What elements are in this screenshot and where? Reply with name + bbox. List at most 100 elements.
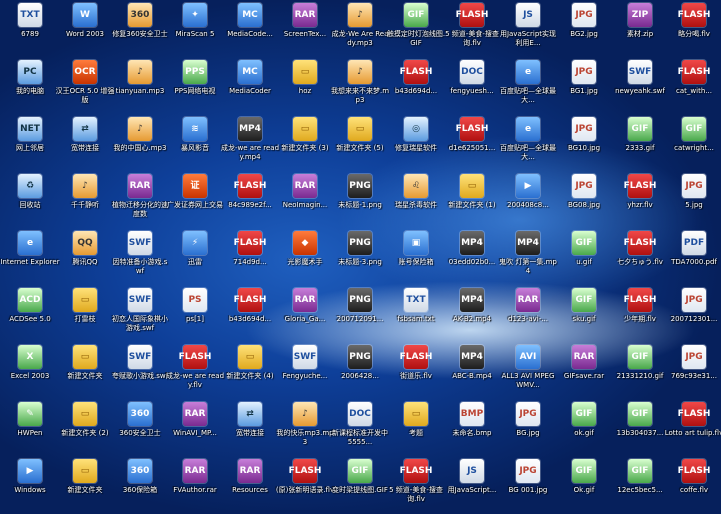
desktop-icon[interactable]: ⇄ 宽带连接 <box>55 114 115 172</box>
desktop-icon[interactable]: ♪ 我的中国心.mp3 <box>110 114 170 172</box>
desktop-icon[interactable]: NET 网上邻居 <box>0 114 60 172</box>
desktop-icon[interactable]: RAR WinAVI_MP... <box>165 399 225 457</box>
desktop-icon[interactable]: ▭ 新建文件夹 <box>55 342 115 400</box>
desktop-icon[interactable]: FLASH 街道乐.flv <box>386 342 446 400</box>
desktop-icon[interactable]: e 百度贴吧—全球最大... <box>498 114 558 172</box>
desktop-icon[interactable]: FLASH b43d694d... <box>386 57 446 115</box>
desktop-icon[interactable]: ▭ 考题 <box>386 399 446 457</box>
desktop-icon[interactable]: GIF catwright... <box>664 114 721 172</box>
desktop-icon[interactable]: FLASH 略分喝.flv <box>664 0 721 58</box>
desktop-icon[interactable]: MP4 鬼吹 灯第一集.mp4 <box>498 228 558 286</box>
desktop-icon[interactable]: ♪ 我的快乐mp3.mp3 <box>275 399 335 457</box>
desktop-icon[interactable]: RAR 植物迁移分化的速度数 <box>110 171 170 229</box>
desktop-icon[interactable]: ▶ 200408c8... <box>498 171 558 229</box>
desktop-icon[interactable]: TXT 6789 <box>0 0 60 58</box>
desktop-icon[interactable]: PNG 2006428... <box>330 342 390 400</box>
desktop-icon[interactable]: ▭ 打雷枝 <box>55 285 115 343</box>
desktop-icon[interactable]: RAR ScreenTex... <box>275 0 335 58</box>
desktop-icon[interactable]: ♌ 瑞星杀毒软件 <box>386 171 446 229</box>
desktop-icon[interactable]: ◆ 光影魔术手 <box>275 228 335 286</box>
desktop-icon[interactable]: FLASH 5 频道-美食-搜查询.flv <box>442 0 502 58</box>
desktop-icon[interactable]: JPG BG1.jpg <box>554 57 614 115</box>
desktop-icon[interactable]: 证广发证券网上交易 <box>165 171 225 229</box>
desktop-icon[interactable]: JPG 769c93e31... <box>664 342 721 400</box>
desktop-icon[interactable]: MP4 03edd02b0... <box>442 228 502 286</box>
desktop-icon[interactable]: RAR FVAuthor.rar <box>165 456 225 514</box>
desktop-icon[interactable]: PC 我的电脑 <box>0 57 60 115</box>
desktop-icon[interactable]: GIF 触摸定时灯泡线图.GIF <box>386 0 446 58</box>
desktop-icon[interactable]: MP4 ABC-B.mp4 <box>442 342 502 400</box>
desktop-icon[interactable]: JS 用JavaScript实现利用E... <box>498 0 558 58</box>
desktop-icon[interactable]: ▣ 账号保险箱 <box>386 228 446 286</box>
desktop-icon[interactable]: ▭ 新建文件夹 (4) <box>220 342 280 400</box>
desktop-icon[interactable]: RAR NeoImagin... <box>275 171 335 229</box>
desktop-icon[interactable]: ♪ tianyuan.mp3 <box>110 57 170 115</box>
desktop-icon[interactable]: SWF Fengyuche... <box>275 342 335 400</box>
desktop-icon[interactable]: SWF 因特准备小游戏.swf <box>110 228 170 286</box>
desktop-icon[interactable]: TXT fsbsam.txt <box>386 285 446 343</box>
desktop-icon[interactable]: 360 360保险箱 <box>110 456 170 514</box>
desktop-icon[interactable]: ⚡ 迅雷 <box>165 228 225 286</box>
desktop-icon[interactable]: GIF ok.gif <box>554 399 614 457</box>
desktop-icon[interactable]: FLASH b43d694d... <box>220 285 280 343</box>
desktop-icon[interactable]: MC MediaCode... <box>220 0 280 58</box>
desktop-icon[interactable]: DOC 新课程标准开发中5555... <box>330 399 390 457</box>
desktop-icon[interactable]: QQ 腾讯QQ <box>55 228 115 286</box>
desktop-icon[interactable]: PPS PPS网络电视 <box>165 57 225 115</box>
desktop-icon[interactable]: ▭ 新建文件夹 (5) <box>330 114 390 172</box>
desktop-icon[interactable]: DOC fengyuesh... <box>442 57 502 115</box>
desktop-icon[interactable]: MC MediaCoder <box>220 57 280 115</box>
desktop-icon[interactable]: BMP 未命名.bmp <box>442 399 502 457</box>
desktop-icon[interactable]: FLASH (原)张新明语录.flv <box>275 456 335 514</box>
desktop-icon[interactable]: JPG 5.jpg <box>664 171 721 229</box>
desktop-icon[interactable]: RAR GIFsave.rar <box>554 342 614 400</box>
desktop-icon[interactable]: MP4 AK-B2.mp4 <box>442 285 502 343</box>
desktop-icon[interactable]: ▭ 新建文件夹 (1) <box>442 171 502 229</box>
desktop-icon[interactable]: e 百度贴吧—全球最大... <box>498 57 558 115</box>
desktop-icon[interactable]: FLASH yhzr.flv <box>610 171 670 229</box>
desktop-icon[interactable]: GIF 21331210.gif <box>610 342 670 400</box>
desktop-icon[interactable]: ♪ 我想来来不来梦.mp3 <box>330 57 390 115</box>
desktop-icon[interactable]: W Word 2003 <box>55 0 115 58</box>
desktop-icon[interactable]: GIF 13b304037... <box>610 399 670 457</box>
desktop-icon[interactable]: SWF 初恋人国际象棋小游戏.swf <box>110 285 170 343</box>
desktop-icon[interactable]: ▭ hoz <box>275 57 335 115</box>
desktop-icon[interactable]: ZIP 素材.zip <box>610 0 670 58</box>
desktop-icon[interactable]: GIF sku.gif <box>554 285 614 343</box>
desktop-icon[interactable]: ◎ 修复瑞星软件 <box>386 114 446 172</box>
desktop-icon[interactable]: GIF 2333.gif <box>610 114 670 172</box>
desktop-icon[interactable]: SWF newyeahk.swf <box>610 57 670 115</box>
desktop-icon[interactable]: PNG 未标题-3.png <box>330 228 390 286</box>
desktop-icon[interactable]: ⇄ 宽带连接 <box>220 399 280 457</box>
desktop-icon[interactable]: FLASH d1e625051... <box>442 114 502 172</box>
desktop-icon[interactable]: GIF 变时梁提线图.GIF <box>330 456 390 514</box>
desktop-icon[interactable]: ▭ 新建文件夹 <box>55 456 115 514</box>
desktop-icon[interactable]: ✎ HWPen <box>0 399 60 457</box>
desktop-icon[interactable]: JPG BG10.jpg <box>554 114 614 172</box>
desktop-icon[interactable]: JPG BG 001.jpg <box>498 456 558 514</box>
desktop-icon[interactable]: X Excel 2003 <box>0 342 60 400</box>
desktop-icon[interactable]: SWF 夸赋歌小游戏.swf <box>110 342 170 400</box>
desktop-icon[interactable]: JPG BG2.jpg <box>554 0 614 58</box>
desktop-icon[interactable]: MP4 成龙-we are ready.mp4 <box>220 114 280 172</box>
desktop-icon[interactable]: FLASH 成龙-we are ready.flv <box>165 342 225 400</box>
desktop-icon[interactable]: ♪ 成龙-We Are Ready.mp3 <box>330 0 390 58</box>
desktop-icon[interactable]: FLASH 84c989e2f... <box>220 171 280 229</box>
desktop-icon[interactable]: ▭ 新建文件夹 (2) <box>55 399 115 457</box>
desktop-icon[interactable]: JS 用JavaScript... <box>442 456 502 514</box>
desktop-icon[interactable]: FLASH cat_with... <box>664 57 721 115</box>
desktop-icon[interactable]: PNG 未标题-1.png <box>330 171 390 229</box>
desktop-icon[interactable]: PNG 200712091... <box>330 285 390 343</box>
desktop-icon[interactable]: RAR d123-avi-... <box>498 285 558 343</box>
desktop-icon[interactable]: ♪ 千千静听 <box>55 171 115 229</box>
desktop-icon[interactable]: GIF Ok.gif <box>554 456 614 514</box>
desktop-icon[interactable]: FLASH 5 频道-美食-搜查询.flv <box>386 456 446 514</box>
desktop-icon[interactable]: PS ps[1] <box>165 285 225 343</box>
desktop-icon[interactable]: JPG 200712301... <box>664 285 721 343</box>
desktop-icon[interactable]: 360 360安全卫士 <box>110 399 170 457</box>
desktop-icon[interactable]: ≋ 暴风影音 <box>165 114 225 172</box>
desktop-icon[interactable]: FLASH 七夕ちゅう.flv <box>610 228 670 286</box>
desktop-icon[interactable]: JPG BG.jpg <box>498 399 558 457</box>
desktop-icon[interactable]: e Internet Explorer <box>0 228 60 286</box>
desktop-icon[interactable]: ▭ 新建文件夹 (3) <box>275 114 335 172</box>
